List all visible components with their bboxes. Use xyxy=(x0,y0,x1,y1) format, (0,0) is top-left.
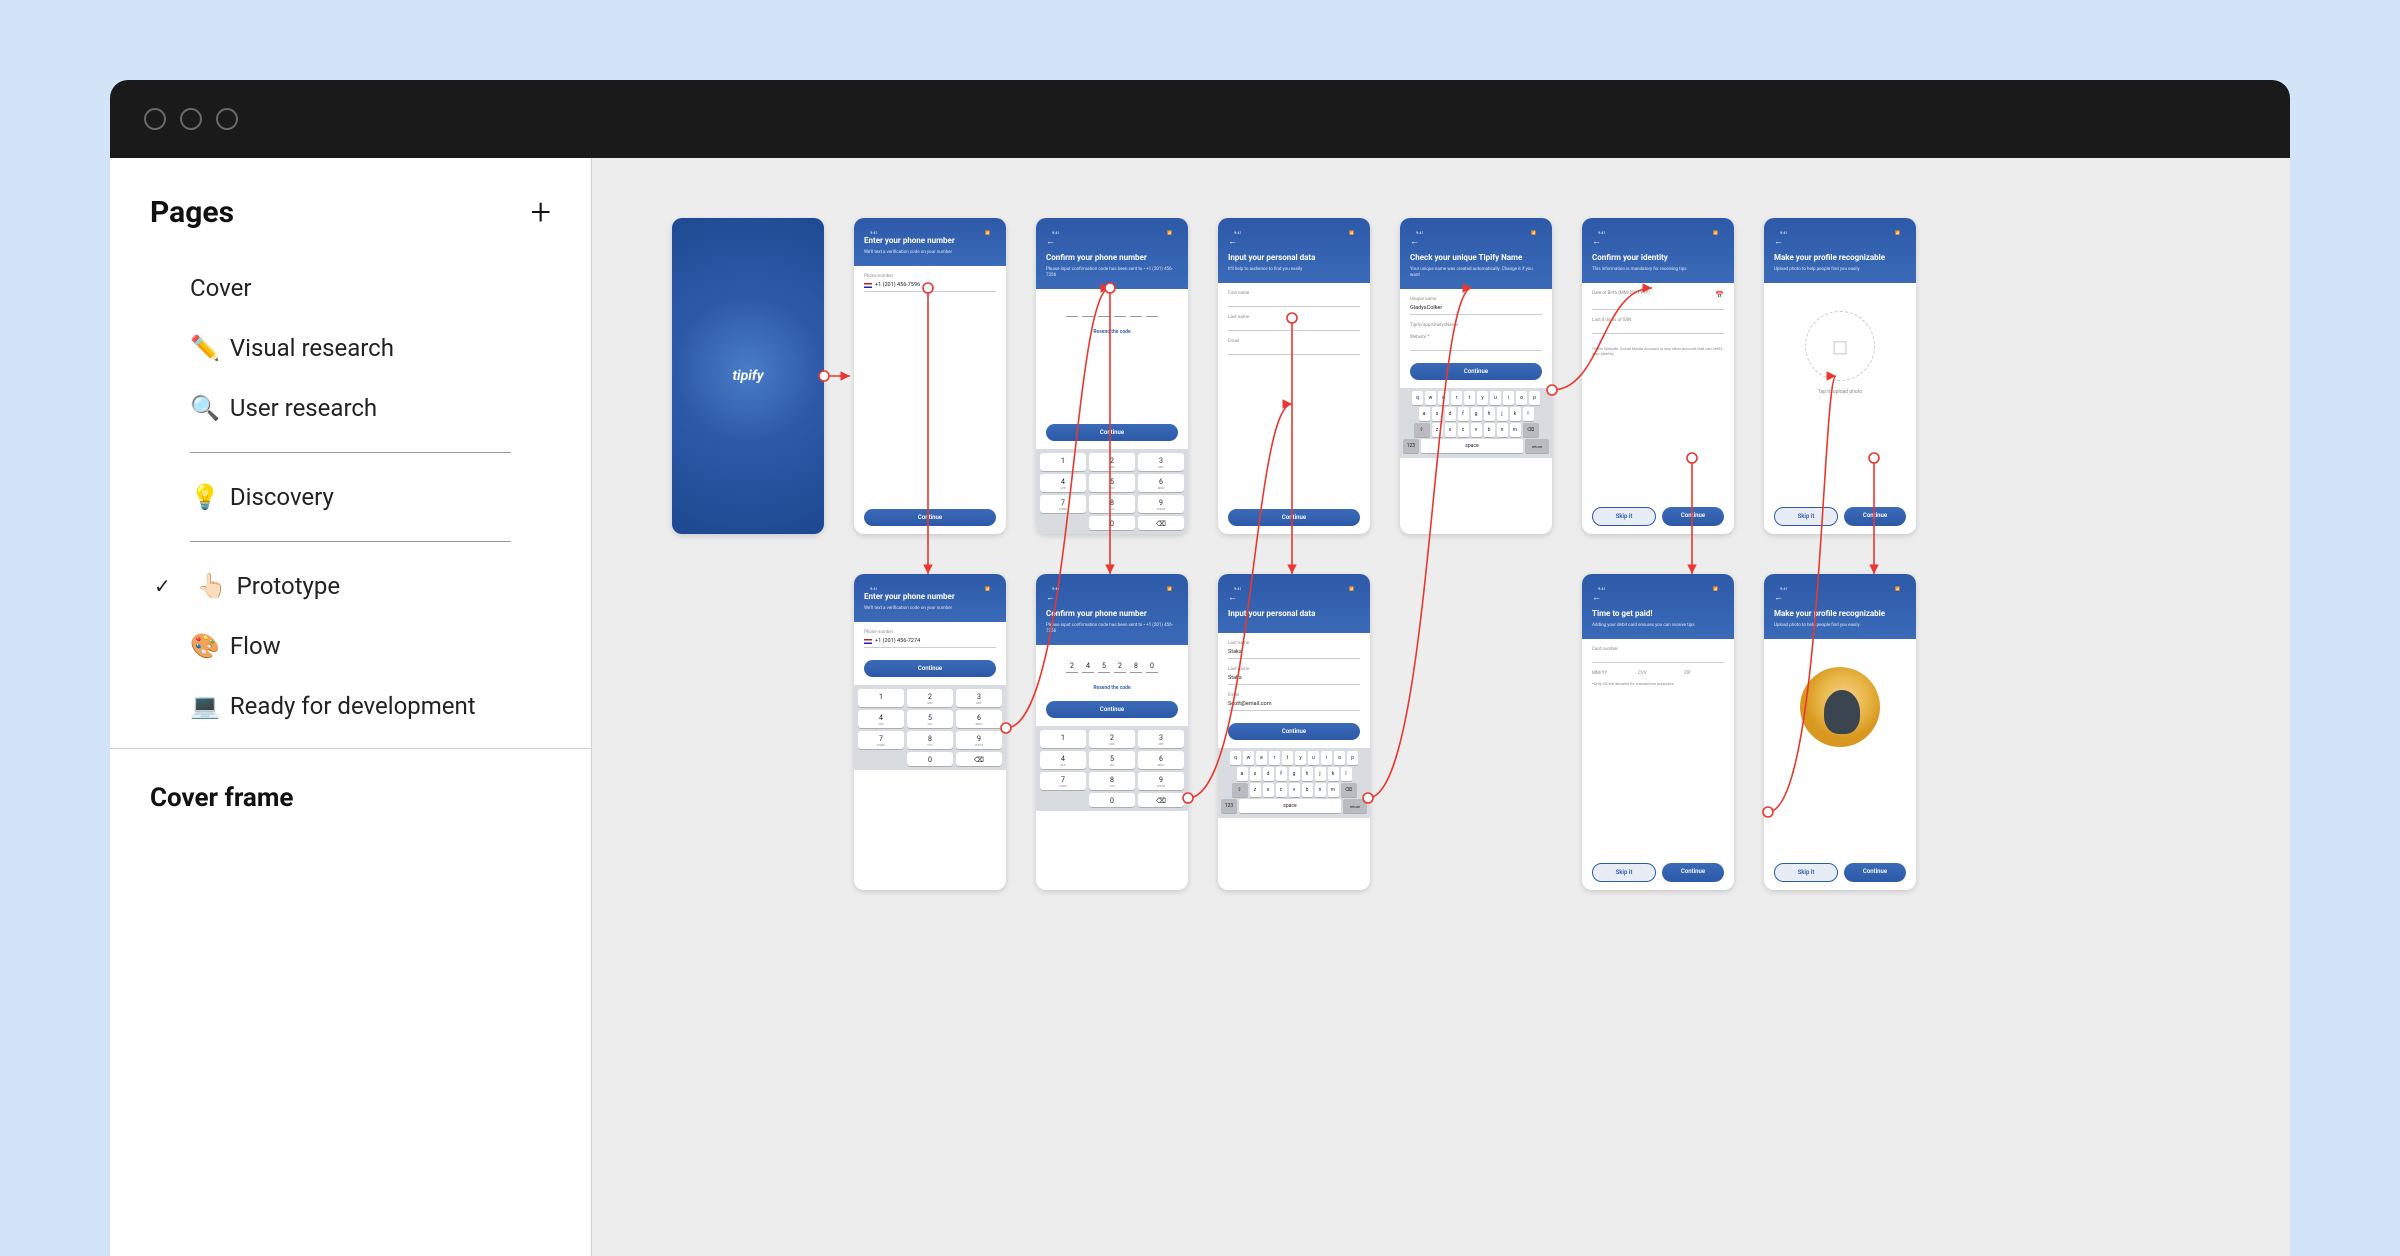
skip-button[interactable]: Skip it xyxy=(1774,507,1838,526)
flag-icon xyxy=(864,283,872,288)
window-titlebar xyxy=(110,80,2290,158)
page-item-user-research[interactable]: 🔍 User research xyxy=(110,378,591,438)
continue-button[interactable]: Continue xyxy=(1046,701,1178,718)
pages-header: Pages + xyxy=(110,158,591,258)
avatar-placeholder-icon[interactable]: ◻ xyxy=(1805,311,1875,381)
page-item-ready[interactable]: 💻 Ready for development xyxy=(110,676,591,736)
skip-button[interactable]: Skip it xyxy=(1592,863,1656,882)
pages-title: Pages xyxy=(150,195,234,230)
content-pane: Pages + Cover ✏️ Visual research 🔍 User … xyxy=(110,158,2290,1256)
back-icon[interactable]: ← xyxy=(1774,592,1906,603)
screen-personal-data[interactable]: 9:41📶 ← Input your personal data It'll h… xyxy=(1218,218,1370,534)
screen-personal-data-filled[interactable]: 9:41📶 ← Input your personal data Last na… xyxy=(1218,574,1370,890)
check-icon: ✓ xyxy=(154,574,171,598)
numeric-keypad[interactable]: 12ABC3DEF4GHI5JKL6MNO7PQRS8TUV9WXYZ0⌫ xyxy=(1036,726,1188,811)
screen-identity[interactable]: 9:41📶 ← Confirm your identity This infor… xyxy=(1582,218,1734,534)
continue-button[interactable]: Continue xyxy=(1228,509,1360,526)
bulb-icon: 💡 xyxy=(190,483,220,511)
back-icon[interactable]: ← xyxy=(1228,592,1360,603)
window-zoom-dot[interactable] xyxy=(216,108,238,130)
numeric-keypad[interactable]: 12ABC3DEF4GHI5JKL6MNO7PQRS8TUV9WXYZ0⌫ xyxy=(854,685,1006,770)
laptop-icon: 💻 xyxy=(190,692,220,720)
magnifier-icon: 🔍 xyxy=(190,394,220,422)
hand-icon: 👆🏻 xyxy=(197,572,227,600)
screen-phone-entry[interactable]: 9:41📶 Enter your phone number We'll text… xyxy=(854,218,1006,534)
back-icon[interactable]: ← xyxy=(1046,592,1178,603)
page-item-prototype[interactable]: ✓ 👆🏻 Prototype xyxy=(110,556,591,616)
back-icon[interactable]: ← xyxy=(1046,236,1178,247)
numeric-keypad[interactable]: 12ABC3DEF4GHI5JKL6MNO7PQRS8TUV9WXYZ0⌫ xyxy=(1036,449,1188,534)
palette-icon: 🎨 xyxy=(190,632,220,660)
window-minimize-dot[interactable] xyxy=(180,108,202,130)
qwerty-keyboard[interactable]: qwertyuiopasdfghjkl⇧zxcvbnm⌫123spaceretu… xyxy=(1218,748,1370,818)
design-canvas[interactable]: tipify 9:41📶 Enter your phone number We'… xyxy=(592,158,2290,1256)
resend-link[interactable]: Resend the code xyxy=(1046,685,1178,691)
back-icon[interactable]: ← xyxy=(1592,236,1724,247)
continue-button[interactable]: Continue xyxy=(1228,723,1360,740)
back-icon[interactable]: ← xyxy=(1774,236,1906,247)
page-item-flow[interactable]: 🎨 Flow xyxy=(110,616,591,676)
flag-icon xyxy=(864,639,872,644)
avatar-photo[interactable] xyxy=(1800,667,1880,747)
screen-tipify-name[interactable]: 9:41📶 ← Check your unique Tipify Name Yo… xyxy=(1400,218,1552,534)
continue-button[interactable]: Continue xyxy=(1046,424,1178,441)
resend-link[interactable]: Resend the code xyxy=(1046,329,1178,335)
continue-button[interactable]: Continue xyxy=(864,509,996,526)
screen-confirm-code-filled[interactable]: 9:41📶 ← Confirm your phone number Please… xyxy=(1036,574,1188,890)
pencil-icon: ✏️ xyxy=(190,334,220,362)
section-title: Cover frame xyxy=(110,749,591,847)
page-item-visual-research[interactable]: ✏️ Visual research xyxy=(110,318,591,378)
qwerty-keyboard[interactable]: qwertyuiopasdfghjkl⇧zxcvbnm⌫123spaceretu… xyxy=(1400,388,1552,458)
screen-profile-upload[interactable]: 9:41📶 ← Make your profile recognizable U… xyxy=(1764,218,1916,534)
continue-button[interactable]: Continue xyxy=(1662,863,1724,882)
continue-button[interactable]: Continue xyxy=(1844,863,1906,882)
divider xyxy=(190,452,511,453)
app-logo: tipify xyxy=(732,368,763,384)
skip-button[interactable]: Skip it xyxy=(1774,863,1838,882)
app-window: Pages + Cover ✏️ Visual research 🔍 User … xyxy=(110,80,2290,1256)
back-icon[interactable]: ← xyxy=(1592,592,1724,603)
page-item-cover[interactable]: Cover xyxy=(110,258,591,318)
pages-sidebar: Pages + Cover ✏️ Visual research 🔍 User … xyxy=(110,158,592,1256)
window-close-dot[interactable] xyxy=(144,108,166,130)
continue-button[interactable]: Continue xyxy=(1844,507,1906,526)
skip-button[interactable]: Skip it xyxy=(1592,507,1656,526)
screen-phone-entry-keypad[interactable]: 9:41📶 Enter your phone number We'll text… xyxy=(854,574,1006,890)
screen-splash[interactable]: tipify xyxy=(672,218,824,534)
divider xyxy=(190,541,511,542)
continue-button[interactable]: Continue xyxy=(1662,507,1724,526)
add-page-button[interactable]: + xyxy=(531,194,551,230)
continue-button[interactable]: Continue xyxy=(864,660,996,677)
page-item-discovery[interactable]: 💡 Discovery xyxy=(110,467,591,527)
back-icon[interactable]: ← xyxy=(1410,236,1542,247)
continue-button[interactable]: Continue xyxy=(1410,363,1542,380)
prototype-screens: tipify 9:41📶 Enter your phone number We'… xyxy=(672,218,1916,930)
screen-confirm-code[interactable]: 9:41📶 ← Confirm your phone number Please… xyxy=(1036,218,1188,534)
screen-payment[interactable]: 9:41📶 ← Time to get paid! Adding your de… xyxy=(1582,574,1734,890)
calendar-icon[interactable]: 📅 xyxy=(1715,291,1724,299)
screen-profile-photo[interactable]: 9:41📶 ← Make your profile recognizable U… xyxy=(1764,574,1916,890)
back-icon[interactable]: ← xyxy=(1228,236,1360,247)
